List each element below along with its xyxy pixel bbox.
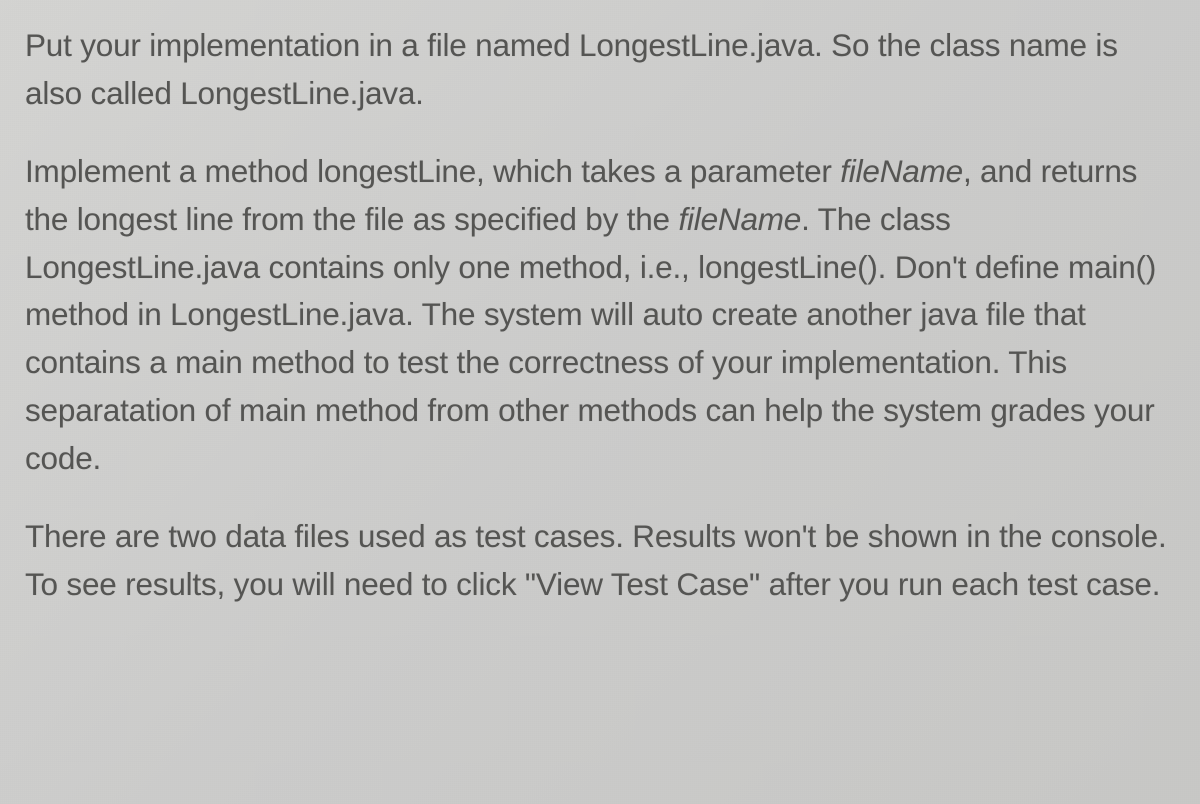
document-content: Put your implementation in a file named … xyxy=(25,22,1170,609)
p2-italic2: fileName xyxy=(678,201,801,237)
paragraph-3: There are two data files used as test ca… xyxy=(25,513,1170,609)
p2-seg1: Implement a method longestLine, which ta… xyxy=(25,153,840,189)
p2-italic1: fileName xyxy=(840,153,963,189)
paragraph-2: Implement a method longestLine, which ta… xyxy=(25,148,1170,483)
paragraph-1-text: Put your implementation in a file named … xyxy=(25,27,1118,111)
p2-seg3: . The class LongestLine.java contains on… xyxy=(25,201,1156,476)
paragraph-3-text: There are two data files used as test ca… xyxy=(25,518,1167,602)
paragraph-1: Put your implementation in a file named … xyxy=(25,22,1170,118)
